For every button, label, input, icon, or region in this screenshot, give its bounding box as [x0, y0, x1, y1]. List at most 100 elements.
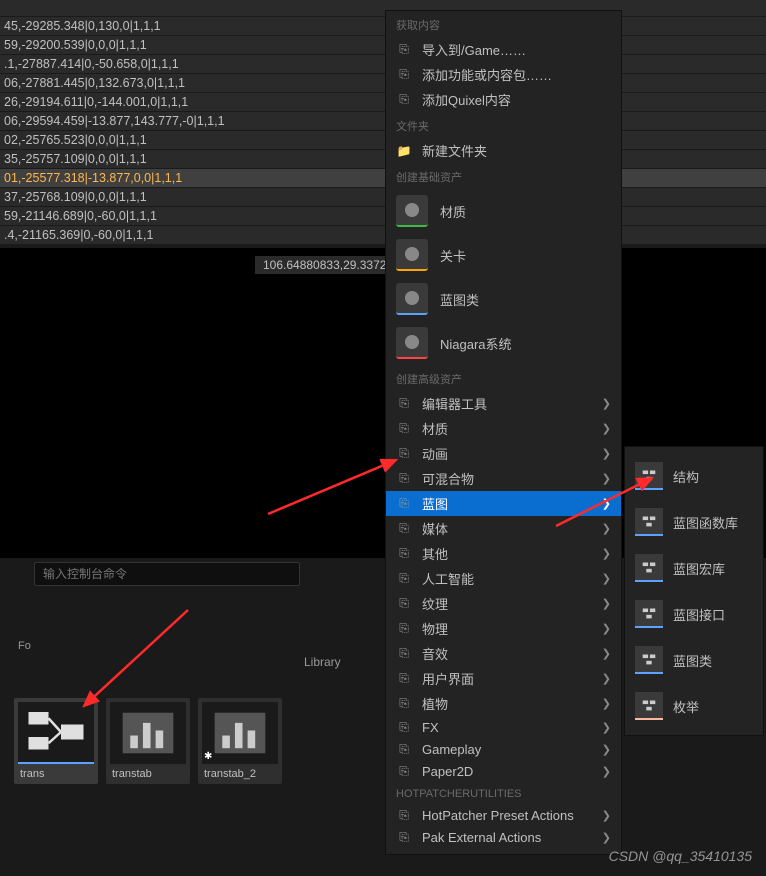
submenu-item[interactable]: 蓝图宏库: [625, 545, 763, 591]
item-icon: ⎘: [396, 646, 412, 662]
chevron-right-icon: ❯: [602, 721, 611, 734]
chevron-right-icon: ❯: [602, 672, 611, 685]
bp-type-icon: [635, 600, 663, 628]
submenu-item[interactable]: 蓝图函数库: [625, 499, 763, 545]
item-icon: ⎘: [396, 471, 412, 487]
menu-big-item[interactable]: 关卡: [386, 233, 621, 277]
menu-big-item[interactable]: 蓝图类: [386, 277, 621, 321]
chevron-right-icon: ❯: [602, 547, 611, 560]
chevron-right-icon: ❯: [602, 522, 611, 535]
menu-item[interactable]: ⎘物理❯: [386, 616, 621, 641]
asset-label: transtab_2: [202, 768, 256, 780]
data-row[interactable]: 37,-25768.109|0,0,0|1,1,1: [0, 188, 766, 206]
data-row[interactable]: 06,-29594.459|-13.877,143.777,-0|1,1,1: [0, 112, 766, 130]
bp-type-icon: [635, 508, 663, 536]
file-icon: ⎘: [396, 829, 412, 845]
browser-tab[interactable]: Fo: [18, 640, 31, 652]
datatable-thumb-icon: [110, 702, 186, 764]
menu-item[interactable]: ⎘蓝图❯: [386, 491, 621, 516]
asset-type-icon: [396, 195, 428, 227]
menu-item[interactable]: ⎘媒体❯: [386, 516, 621, 541]
item-icon: ⎘: [396, 396, 412, 412]
data-row[interactable]: .4,-21165.369|0,-60,0|1,1,1: [0, 226, 766, 244]
console-input[interactable]: [34, 562, 300, 586]
quixel-icon: ⎘: [396, 92, 412, 108]
struct-thumb-icon: [18, 702, 94, 764]
menu-item[interactable]: ⎘纹理❯: [386, 591, 621, 616]
menu-item[interactable]: 📁新建文件夹: [386, 138, 621, 163]
folder-icon: 📁: [396, 143, 412, 159]
data-row[interactable]: 06,-27881.445|0,132.673,0|1,1,1: [0, 74, 766, 92]
item-icon: ⎘: [396, 763, 412, 779]
data-row[interactable]: 45,-29285.348|0,130,0|1,1,1: [0, 17, 766, 35]
menu-item[interactable]: ⎘添加Quixel内容: [386, 87, 621, 112]
menu-item[interactable]: ⎘导入到/Game……: [386, 37, 621, 62]
asset-label: trans: [18, 768, 44, 780]
asset-type-icon: [396, 239, 428, 271]
chevron-right-icon: ❯: [602, 743, 611, 756]
add-feature-icon: ⎘: [396, 67, 412, 83]
data-row[interactable]: 01,-25577.318|-13.877,0,0|1,1,1: [0, 169, 766, 187]
watermark: CSDN @qq_35410135: [609, 848, 752, 864]
asset-type-icon: [396, 283, 428, 315]
item-icon: ⎘: [396, 446, 412, 462]
chevron-right-icon: ❯: [602, 572, 611, 585]
data-row[interactable]: 59,-29200.539|0,0,0|1,1,1: [0, 36, 766, 54]
item-icon: ⎘: [396, 719, 412, 735]
item-icon: ⎘: [396, 521, 412, 537]
asset-tile-transtab[interactable]: transtab: [106, 698, 190, 784]
context-menu: 获取内容⎘导入到/Game……⎘添加功能或内容包……⎘添加Quixel内容文件夹…: [385, 10, 622, 855]
menu-item[interactable]: ⎘HotPatcher Preset Actions❯: [386, 804, 621, 826]
item-icon: ⎘: [396, 741, 412, 757]
menu-item[interactable]: ⎘FX❯: [386, 716, 621, 738]
bp-type-icon: [635, 554, 663, 582]
menu-item[interactable]: ⎘Pak External Actions❯: [386, 826, 621, 848]
menu-big-item[interactable]: Niagara系统: [386, 321, 621, 365]
data-row[interactable]: 26,-29194.611|0,-144.001,0|1,1,1: [0, 93, 766, 111]
item-icon: ⎘: [396, 671, 412, 687]
submenu-item[interactable]: 蓝图接口: [625, 591, 763, 637]
menu-item[interactable]: ⎘Gameplay❯: [386, 738, 621, 760]
import-icon: ⎘: [396, 42, 412, 58]
chevron-right-icon: ❯: [602, 831, 611, 844]
chevron-right-icon: ❯: [602, 447, 611, 460]
menu-item[interactable]: ⎘编辑器工具❯: [386, 391, 621, 416]
datatable-thumb-icon: ✱: [202, 702, 278, 764]
menu-item[interactable]: ⎘Paper2D❯: [386, 760, 621, 782]
menu-item[interactable]: ⎘添加功能或内容包……: [386, 62, 621, 87]
menu-item[interactable]: ⎘植物❯: [386, 691, 621, 716]
star-badge-icon: ✱: [204, 751, 212, 762]
submenu-item[interactable]: 结构: [625, 453, 763, 499]
chevron-right-icon: ❯: [602, 647, 611, 660]
chevron-right-icon: ❯: [602, 472, 611, 485]
submenu-item[interactable]: 枚举: [625, 683, 763, 729]
menu-item[interactable]: ⎘动画❯: [386, 441, 621, 466]
asset-tile-transtab_2[interactable]: ✱ transtab_2: [198, 698, 282, 784]
menu-section-header: HOTPATCHERUTILITIES: [386, 782, 621, 804]
menu-item[interactable]: ⎘人工智能❯: [386, 566, 621, 591]
data-row[interactable]: .1,-27887.414|0,-50.658,0|1,1,1: [0, 55, 766, 73]
data-row[interactable]: 59,-21146.689|0,-60,0|1,1,1: [0, 207, 766, 225]
menu-item[interactable]: ⎘音效❯: [386, 641, 621, 666]
asset-label: transtab: [110, 768, 152, 780]
item-icon: ⎘: [396, 696, 412, 712]
menu-section-header: 文件夹: [386, 112, 621, 138]
chevron-right-icon: ❯: [602, 697, 611, 710]
blueprint-submenu: 结构蓝图函数库蓝图宏库蓝图接口蓝图类枚举: [624, 446, 764, 736]
item-icon: ⎘: [396, 421, 412, 437]
library-label: Library: [304, 655, 341, 669]
asset-tile-trans[interactable]: trans: [14, 698, 98, 784]
data-row[interactable]: 35,-25757.109|0,0,0|1,1,1: [0, 150, 766, 168]
chevron-right-icon: ❯: [602, 809, 611, 822]
menu-item[interactable]: ⎘可混合物❯: [386, 466, 621, 491]
bp-type-icon: [635, 692, 663, 720]
menu-section-header: 获取内容: [386, 11, 621, 37]
menu-item[interactable]: ⎘材质❯: [386, 416, 621, 441]
data-row[interactable]: 02,-25765.523|0,0,0|1,1,1: [0, 131, 766, 149]
submenu-item[interactable]: 蓝图类: [625, 637, 763, 683]
menu-item[interactable]: ⎘其他❯: [386, 541, 621, 566]
menu-big-item[interactable]: 材质: [386, 189, 621, 233]
menu-item[interactable]: ⎘用户界面❯: [386, 666, 621, 691]
item-icon: ⎘: [396, 496, 412, 512]
file-icon: ⎘: [396, 807, 412, 823]
